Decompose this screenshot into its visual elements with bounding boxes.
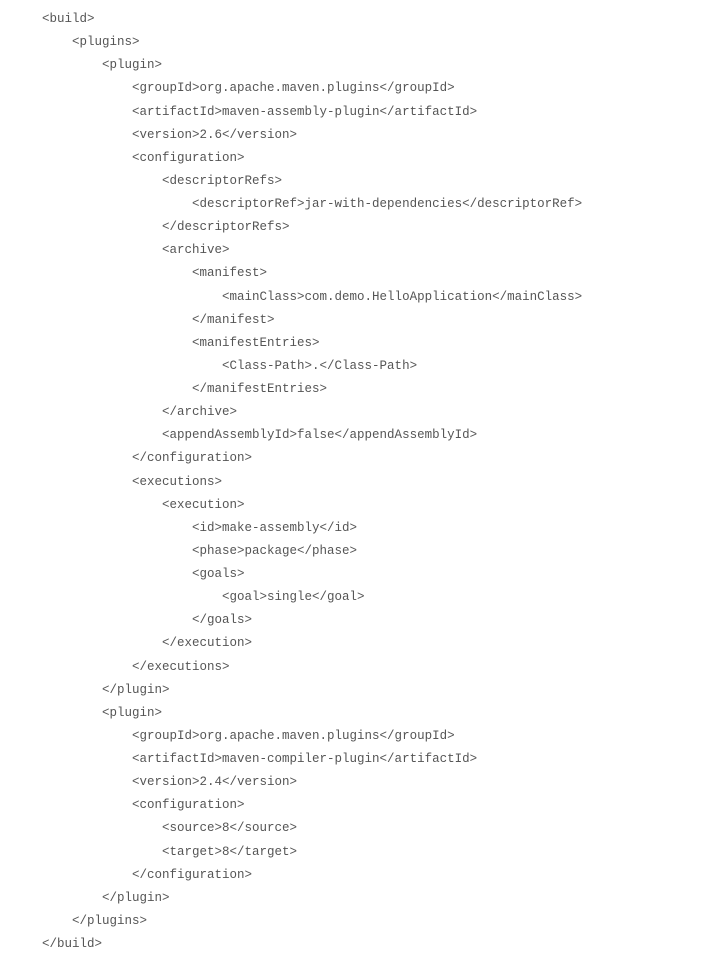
code-line: <mainClass>com.demo.HelloApplication</ma…: [12, 286, 706, 309]
code-line: <appendAssemblyId>false</appendAssemblyI…: [12, 424, 706, 447]
code-line: </plugin>: [12, 887, 706, 910]
code-line: <plugin>: [12, 54, 706, 77]
code-line: <execution>: [12, 494, 706, 517]
code-line: <configuration>: [12, 147, 706, 170]
code-line: <descriptorRef>jar-with-dependencies</de…: [12, 193, 706, 216]
code-line: </descriptorRefs>: [12, 216, 706, 239]
code-line: <archive>: [12, 239, 706, 262]
code-line: <id>make-assembly</id>: [12, 517, 706, 540]
code-line: </goals>: [12, 609, 706, 632]
code-line: </archive>: [12, 401, 706, 424]
code-line: <goal>single</goal>: [12, 586, 706, 609]
code-line: </configuration>: [12, 864, 706, 887]
code-line: </plugins>: [12, 910, 706, 933]
code-line: <goals>: [12, 563, 706, 586]
code-line: </execution>: [12, 632, 706, 655]
code-line: <version>2.6</version>: [12, 124, 706, 147]
code-line: </build>: [12, 933, 706, 956]
code-line: <descriptorRefs>: [12, 170, 706, 193]
code-line: <manifestEntries>: [12, 332, 706, 355]
code-line: <configuration>: [12, 794, 706, 817]
code-line: </manifest>: [12, 309, 706, 332]
code-line: <build>: [12, 8, 706, 31]
code-block: <build> <plugins> <plugin> <groupId>org.…: [12, 8, 706, 956]
code-line: <groupId>org.apache.maven.plugins</group…: [12, 725, 706, 748]
code-line: <phase>package</phase>: [12, 540, 706, 563]
code-line: <manifest>: [12, 262, 706, 285]
code-line: <Class-Path>.</Class-Path>: [12, 355, 706, 378]
code-line: </executions>: [12, 656, 706, 679]
code-line: <artifactId>maven-compiler-plugin</artif…: [12, 748, 706, 771]
code-line: </manifestEntries>: [12, 378, 706, 401]
code-line: <target>8</target>: [12, 841, 706, 864]
code-line: </plugin>: [12, 679, 706, 702]
code-line: <version>2.4</version>: [12, 771, 706, 794]
code-line: <executions>: [12, 471, 706, 494]
code-line: <source>8</source>: [12, 817, 706, 840]
code-line: <plugins>: [12, 31, 706, 54]
code-line: <plugin>: [12, 702, 706, 725]
code-line: <artifactId>maven-assembly-plugin</artif…: [12, 101, 706, 124]
code-line: <groupId>org.apache.maven.plugins</group…: [12, 77, 706, 100]
code-line: </configuration>: [12, 447, 706, 470]
